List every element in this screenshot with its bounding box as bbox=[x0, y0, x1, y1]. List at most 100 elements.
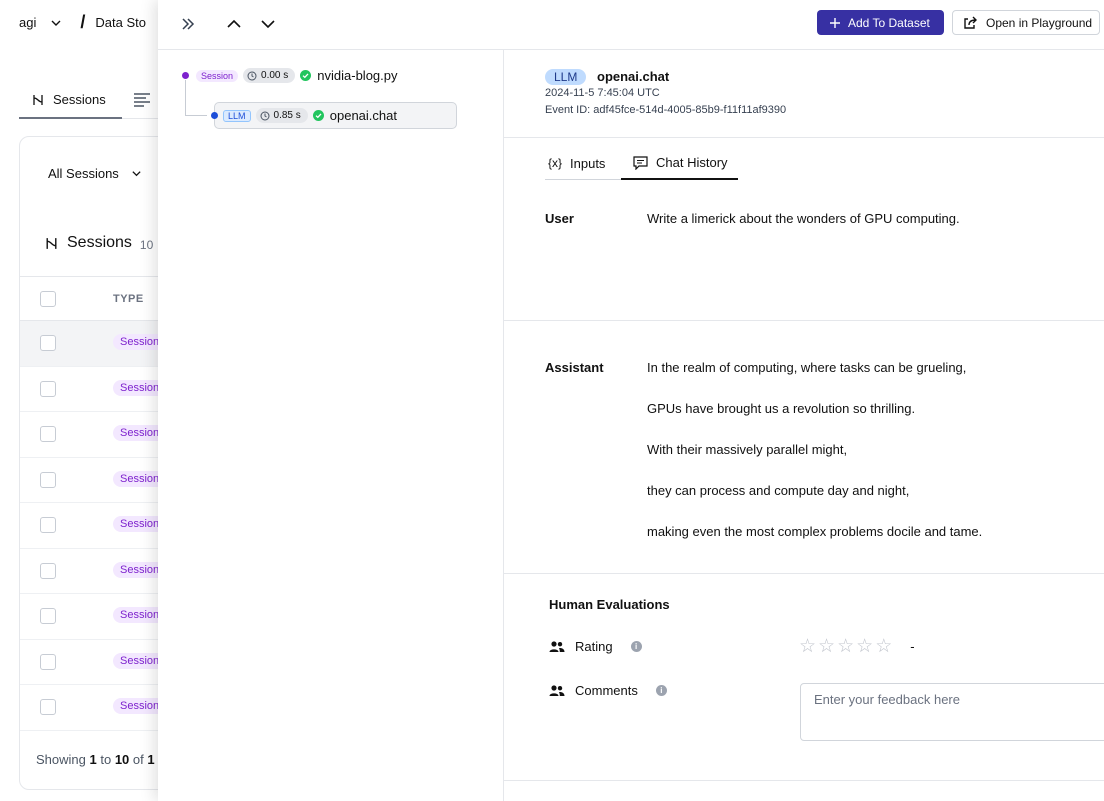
session-badge: Session bbox=[196, 69, 239, 82]
star-icon[interactable]: ☆ bbox=[856, 637, 873, 656]
check-circle-icon bbox=[300, 70, 312, 81]
list-icon[interactable] bbox=[133, 92, 151, 108]
previous-event-button[interactable] bbox=[222, 12, 246, 36]
table-header: TYPE bbox=[20, 276, 180, 321]
open-in-playground-button[interactable]: Open in Playground bbox=[952, 10, 1100, 35]
node-dot bbox=[182, 72, 189, 79]
add-to-dataset-label: Add To Dataset bbox=[848, 15, 930, 30]
comments-label: Comments bbox=[575, 683, 638, 698]
event-drawer: Add To Dataset Open in Playground Sessio… bbox=[158, 0, 1104, 801]
row-checkbox[interactable] bbox=[40, 653, 56, 670]
sessions-title: Sessions bbox=[67, 234, 132, 251]
row-checkbox[interactable] bbox=[40, 426, 56, 442]
row-checkbox[interactable] bbox=[40, 335, 56, 351]
human-evaluations-title: Human Evaluations bbox=[549, 597, 670, 612]
variable-icon: {x} bbox=[548, 156, 563, 170]
breadcrumb-separator: / bbox=[80, 12, 86, 32]
tab-sessions-label: Sessions bbox=[53, 92, 106, 107]
org-selector[interactable]: agi bbox=[19, 15, 36, 30]
row-checkbox[interactable] bbox=[40, 517, 56, 533]
message-text-user: Write a limerick about the wonders of GP… bbox=[647, 211, 960, 226]
tab-chat-history[interactable]: Chat History bbox=[621, 147, 738, 180]
collapse-drawer-button[interactable] bbox=[176, 12, 200, 36]
sessions-heading: Sessions 10 bbox=[44, 234, 153, 252]
chevron-down-icon bbox=[132, 171, 141, 177]
table-row[interactable]: Session bbox=[20, 549, 180, 594]
row-checkbox[interactable] bbox=[40, 608, 56, 624]
trace-tree: Session 0.00 s nvidia-blog.py LLM 0.85 s… bbox=[158, 50, 504, 801]
info-icon[interactable]: i bbox=[655, 685, 667, 696]
trace-node-session[interactable]: Session 0.00 s nvidia-blog.py bbox=[182, 68, 398, 83]
event-type-badge: LLM bbox=[545, 69, 587, 85]
rating-row: Rating i bbox=[549, 639, 642, 654]
table-row[interactable]: Session bbox=[20, 367, 180, 412]
assistant-line: GPUs have brought us a revolution so thr… bbox=[647, 401, 916, 416]
sessions-card: All Sessions Sessions 10 TYPE Session Ses… bbox=[19, 136, 180, 790]
duration-chip: 0.00 s bbox=[243, 68, 296, 83]
tab-sessions[interactable]: Sessions bbox=[19, 82, 122, 119]
rating-label: Rating bbox=[575, 639, 613, 654]
table-row[interactable]: Session bbox=[20, 503, 180, 549]
table-row[interactable]: Session bbox=[20, 458, 180, 503]
tree-connector bbox=[185, 80, 186, 115]
divider bbox=[504, 780, 1104, 781]
next-event-button[interactable] bbox=[256, 12, 280, 36]
rating-stars[interactable]: ☆ ☆ ☆ ☆ ☆ - bbox=[799, 637, 915, 656]
table-row[interactable]: Session bbox=[20, 412, 180, 458]
event-details: LLM openai.chat 2024-11-5 7:45:04 UTC Ev… bbox=[504, 50, 1104, 801]
project-selector[interactable]: Data Sto bbox=[95, 15, 146, 30]
double-chevron-right-icon bbox=[182, 18, 195, 30]
row-checkbox[interactable] bbox=[40, 699, 56, 715]
session-filter-dropdown[interactable]: All Sessions bbox=[48, 166, 142, 181]
chat-bubble-icon bbox=[633, 155, 648, 170]
clock-icon bbox=[247, 71, 257, 80]
row-checkbox[interactable] bbox=[40, 380, 56, 397]
table-body: Session Session Session Session Session Sessi… bbox=[20, 321, 180, 731]
row-checkbox[interactable] bbox=[40, 562, 56, 579]
event-name: openai.chat bbox=[597, 69, 670, 84]
pagination-summary: Showing 1 to 10 of 1 bbox=[36, 752, 155, 767]
table-row[interactable]: Session bbox=[20, 640, 180, 685]
assistant-line: they can process and compute day and nig… bbox=[647, 483, 910, 498]
assistant-line: making even the most complex problems do… bbox=[647, 524, 983, 539]
select-all-checkbox[interactable] bbox=[40, 291, 56, 307]
tab-inputs[interactable]: {x} Inputs bbox=[545, 147, 621, 180]
star-icon[interactable]: ☆ bbox=[875, 637, 892, 656]
row-checkbox[interactable] bbox=[40, 471, 56, 488]
table-row[interactable]: Session bbox=[20, 594, 180, 640]
clock-icon bbox=[260, 111, 270, 120]
tree-connector bbox=[185, 115, 207, 116]
rating-value: - bbox=[910, 639, 915, 654]
session-filter-label: All Sessions bbox=[48, 166, 119, 181]
comments-row: Comments i bbox=[549, 683, 667, 698]
event-id: Event ID: adf45fce-514d-4005-85b9-f11f11… bbox=[545, 104, 787, 116]
message-role-user: User bbox=[545, 211, 574, 226]
drawer-toolbar: Add To Dataset Open in Playground bbox=[158, 0, 1104, 50]
sessions-count: 10 bbox=[139, 237, 154, 252]
sessions-icon bbox=[33, 94, 43, 105]
divider bbox=[504, 137, 1104, 138]
users-icon bbox=[549, 684, 565, 696]
message-role-assistant: Assistant bbox=[545, 360, 604, 375]
star-icon[interactable]: ☆ bbox=[818, 637, 835, 656]
star-icon[interactable]: ☆ bbox=[837, 637, 854, 656]
llm-badge: LLM bbox=[223, 109, 251, 122]
sessions-icon bbox=[46, 237, 57, 249]
info-icon[interactable]: i bbox=[630, 641, 642, 652]
event-timestamp: 2024-11-5 7:45:04 UTC bbox=[545, 87, 660, 99]
feedback-textarea[interactable] bbox=[800, 683, 1104, 741]
table-row[interactable]: Session bbox=[20, 685, 180, 731]
trace-node-name: openai.chat bbox=[329, 108, 397, 123]
divider bbox=[504, 320, 1104, 321]
assistant-line: In the realm of computing, where tasks c… bbox=[647, 360, 967, 375]
add-to-dataset-button[interactable]: Add To Dataset bbox=[817, 10, 944, 35]
chevron-down-icon[interactable] bbox=[50, 17, 62, 29]
table-row[interactable]: Session bbox=[20, 321, 180, 367]
users-icon bbox=[549, 640, 565, 652]
open-in-playground-label: Open in Playground bbox=[986, 15, 1093, 30]
star-icon[interactable]: ☆ bbox=[799, 637, 816, 656]
trace-node-name: nvidia-blog.py bbox=[317, 68, 398, 83]
trace-node-llm[interactable]: LLM 0.85 s openai.chat bbox=[211, 102, 457, 129]
node-dot bbox=[211, 112, 218, 119]
page-tabs: Sessions bbox=[19, 82, 159, 119]
